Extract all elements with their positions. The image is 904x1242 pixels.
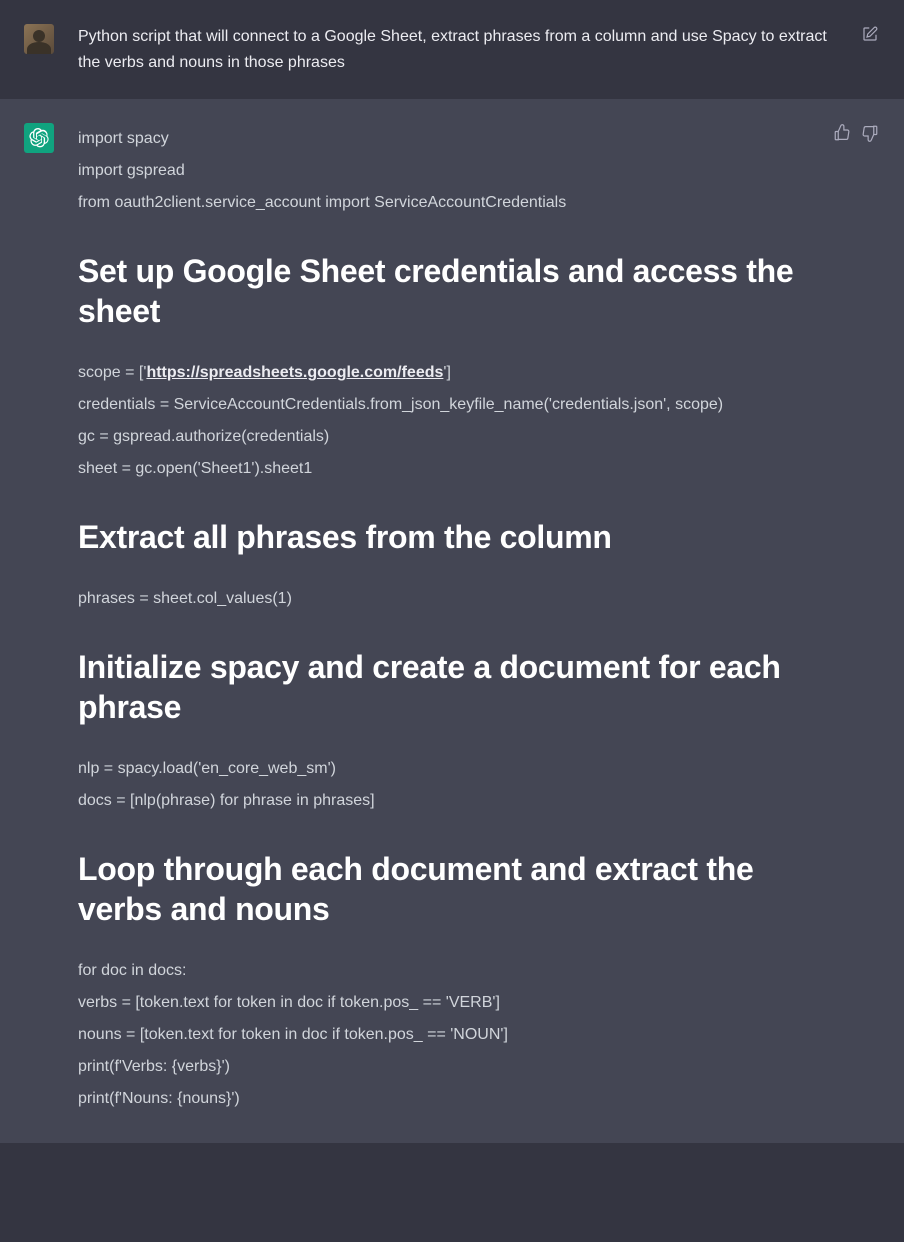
code-text: '] [443,364,451,381]
section-heading: Set up Google Sheet credentials and acce… [78,251,832,331]
code-line: for doc in docs: [78,955,832,987]
assistant-content: import spacy import gspread from oauth2c… [78,123,880,1119]
code-line: gc = gspread.authorize(credentials) [78,421,832,453]
code-line: from oauth2client.service_account import… [78,187,832,219]
code-block: for doc in docs: verbs = [token.text for… [78,955,832,1115]
code-block: phrases = sheet.col_values(1) [78,583,832,615]
code-line: import gspread [78,155,832,187]
edit-icon[interactable] [860,24,880,44]
section-heading: Extract all phrases from the column [78,517,832,557]
feeds-link[interactable]: https://spreadsheets.google.com/feeds [146,364,443,381]
user-content: Python script that will connect to a Goo… [78,24,880,75]
code-text: scope = [' [78,364,146,381]
user-message: Python script that will connect to a Goo… [0,0,904,99]
code-line: sheet = gc.open('Sheet1').sheet1 [78,453,832,485]
code-line: docs = [nlp(phrase) for phrase in phrase… [78,785,832,817]
code-line: nlp = spacy.load('en_core_web_sm') [78,753,832,785]
code-line: phrases = sheet.col_values(1) [78,583,832,615]
user-avatar [24,24,54,54]
thumbs-up-icon[interactable] [832,123,852,143]
section-heading: Initialize spacy and create a document f… [78,647,832,727]
code-block: scope = ['https://spreadsheets.google.co… [78,357,832,485]
code-line: nouns = [token.text for token in doc if … [78,1019,832,1051]
code-line: print(f'Nouns: {nouns}') [78,1083,832,1115]
code-block: nlp = spacy.load('en_core_web_sm') docs … [78,753,832,817]
code-line: verbs = [token.text for token in doc if … [78,987,832,1019]
thumbs-down-icon[interactable] [860,123,880,143]
code-line: import spacy [78,123,832,155]
assistant-message: import spacy import gspread from oauth2c… [0,99,904,1143]
code-line: scope = ['https://spreadsheets.google.co… [78,357,832,389]
code-line: credentials = ServiceAccountCredentials.… [78,389,832,421]
user-actions [860,24,880,44]
code-line: print(f'Verbs: {verbs}') [78,1051,832,1083]
assistant-avatar [24,123,54,153]
user-prompt-text: Python script that will connect to a Goo… [78,24,832,75]
imports-block: import spacy import gspread from oauth2c… [78,123,832,219]
section-heading: Loop through each document and extract t… [78,849,832,929]
assistant-actions [832,123,880,143]
